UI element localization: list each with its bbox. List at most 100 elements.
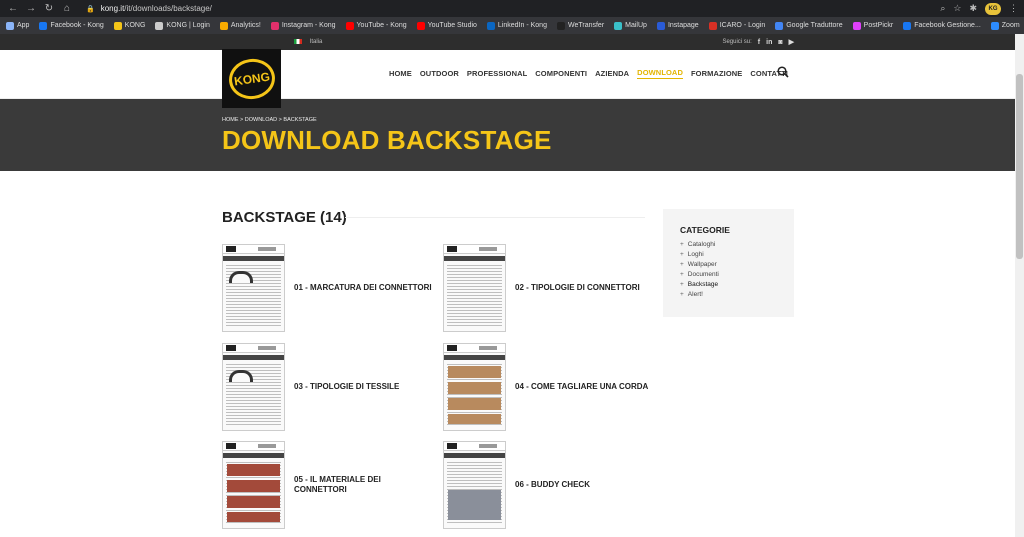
bookmark-label: Facebook - Kong bbox=[50, 22, 104, 29]
bookmark-item[interactable]: Instagram - Kong bbox=[270, 21, 336, 30]
download-item[interactable]: 03 - TIPOLOGIE DI TESSILE bbox=[222, 343, 434, 431]
forward-icon[interactable]: → bbox=[24, 2, 38, 16]
bookmark-item[interactable]: App bbox=[6, 21, 30, 30]
download-item-title[interactable]: 01 - MARCATURA DEI CONNETTORI bbox=[294, 283, 434, 293]
address-bar[interactable]: 🔒 kong.it /it/downloads/backstage/ bbox=[86, 4, 940, 13]
bookmark-item[interactable]: Analytics! bbox=[219, 21, 261, 30]
menu-icon[interactable]: ⋮ bbox=[1009, 3, 1018, 14]
bookmark-icon bbox=[486, 21, 495, 30]
download-item-title[interactable]: 06 - BUDDY CHECK bbox=[515, 480, 655, 490]
extensions-icon[interactable]: ✱ bbox=[969, 3, 977, 14]
bookmark-item[interactable]: KONG bbox=[113, 21, 146, 30]
download-item[interactable]: 02 - TIPOLOGIE DI CONNETTORI bbox=[443, 244, 655, 332]
download-item[interactable]: 06 - BUDDY CHECK bbox=[443, 441, 655, 529]
category-label: Alert! bbox=[687, 291, 703, 298]
bookmark-label: LinkedIn - Kong bbox=[497, 22, 547, 29]
category-link-cataloghi[interactable]: + Cataloghi bbox=[680, 241, 794, 248]
url-host: kong.it bbox=[100, 4, 125, 13]
bookmark-item[interactable]: ICARO - Login bbox=[708, 21, 765, 30]
category-link-backstage[interactable]: + Backstage bbox=[680, 281, 794, 288]
download-item-title[interactable]: 03 - TIPOLOGIE DI TESSILE bbox=[294, 382, 434, 392]
bookmark-item[interactable]: Google Traduttore bbox=[775, 21, 843, 30]
document-thumbnail[interactable] bbox=[222, 343, 285, 431]
italy-flag-icon bbox=[294, 38, 302, 44]
back-icon[interactable]: ← bbox=[6, 2, 20, 16]
nav-item-home[interactable]: HOME bbox=[389, 69, 412, 78]
bookmark-label: Google Traduttore bbox=[786, 22, 843, 29]
bookmark-item[interactable]: Facebook Gestione... bbox=[903, 21, 981, 30]
bookmark-item[interactable]: YouTube - Kong bbox=[345, 21, 407, 30]
bookmark-label: MailUp bbox=[625, 22, 647, 29]
document-thumbnail[interactable] bbox=[222, 244, 285, 332]
home-icon[interactable]: ⌂ bbox=[60, 2, 74, 16]
download-item-title[interactable]: 04 - COME TAGLIARE UNA CORDA bbox=[515, 382, 655, 392]
category-link-alert[interactable]: + Alert! bbox=[680, 291, 794, 298]
page-scrollbar[interactable] bbox=[1015, 34, 1024, 537]
bookmarks-bar: App Facebook - Kong KONG KONG | Login Analyt… bbox=[0, 17, 1024, 34]
instagram-icon[interactable]: ◙ bbox=[778, 39, 782, 46]
bookmark-item[interactable]: YouTube Studio bbox=[416, 21, 477, 30]
linkedin-icon[interactable]: in bbox=[766, 39, 772, 46]
bookmark-label: YouTube - Kong bbox=[356, 22, 407, 29]
bookmark-item[interactable]: MailUp bbox=[614, 21, 647, 30]
bookmark-item[interactable]: KONG | Login bbox=[155, 21, 210, 30]
document-thumbnail[interactable] bbox=[222, 441, 285, 529]
nav-item-outdoor[interactable]: OUTDOOR bbox=[420, 69, 459, 78]
bookmark-label: Instapage bbox=[667, 22, 699, 29]
scrollbar-thumb[interactable] bbox=[1016, 74, 1023, 259]
facebook-icon[interactable]: f bbox=[758, 39, 760, 46]
download-item[interactable]: 01 - MARCATURA DEI CONNETTORI bbox=[222, 244, 434, 332]
nav-item-componenti[interactable]: COMPONENTI bbox=[535, 69, 587, 78]
document-thumbnail[interactable] bbox=[443, 343, 506, 431]
category-link-loghi[interactable]: + Loghi bbox=[680, 251, 794, 258]
bookmark-item[interactable]: PostPickr bbox=[852, 21, 894, 30]
plus-icon: + bbox=[680, 251, 684, 258]
profile-avatar[interactable]: KG bbox=[985, 2, 1001, 15]
document-thumbnail[interactable] bbox=[443, 441, 506, 529]
kong-logo[interactable]: KONG bbox=[222, 49, 281, 108]
plus-icon: + bbox=[680, 241, 684, 248]
bookmark-item[interactable]: Instapage bbox=[656, 21, 699, 30]
download-item[interactable]: 04 - COME TAGLIARE UNA CORDA bbox=[443, 343, 655, 431]
youtube-icon[interactable]: ▶ bbox=[789, 38, 794, 46]
bookmark-label: Zoom bbox=[1001, 22, 1020, 29]
bookmark-item[interactable]: Facebook - Kong bbox=[39, 21, 104, 30]
bookmark-label: Facebook Gestione... bbox=[914, 22, 981, 29]
search-icon[interactable]: ⌕ bbox=[940, 3, 945, 14]
bookmark-item[interactable]: Zoom bbox=[990, 21, 1020, 30]
bookmark-icon bbox=[775, 21, 784, 30]
plus-icon: + bbox=[680, 271, 684, 278]
main-content: BACKSTAGE (14) CATEGORIE + Cataloghi + Logh… bbox=[0, 171, 1024, 529]
logo-text: KONG bbox=[225, 55, 278, 102]
bookmark-label: KONG bbox=[124, 22, 146, 29]
bookmark-item[interactable]: LinkedIn - Kong bbox=[486, 21, 547, 30]
nav-item-download[interactable]: DOWNLOAD bbox=[637, 68, 683, 79]
categories-sidebar: CATEGORIE + Cataloghi + Loghi + Wallpaper + Doc… bbox=[663, 209, 794, 317]
download-item-title[interactable]: 02 - TIPOLOGIE DI CONNETTORI bbox=[515, 283, 655, 293]
bookmark-icon bbox=[708, 21, 717, 30]
category-link-documenti[interactable]: + Documenti bbox=[680, 271, 794, 278]
bookmark-item[interactable]: WeTransfer bbox=[556, 21, 605, 30]
bookmark-icon bbox=[852, 21, 861, 30]
breadcrumb[interactable]: HOME > DOWNLOAD > BACKSTAGE bbox=[222, 117, 1024, 123]
download-item-title[interactable]: 05 - IL MATERIALE DEI CONNETTORI bbox=[294, 475, 434, 495]
bookmark-label: App bbox=[17, 22, 30, 29]
category-link-wallpaper[interactable]: + Wallpaper bbox=[680, 261, 794, 268]
bookmark-label: PostPickr bbox=[863, 22, 894, 29]
download-item[interactable]: 05 - IL MATERIALE DEI CONNETTORI bbox=[222, 441, 434, 529]
plus-icon: + bbox=[680, 291, 684, 298]
bookmark-icon bbox=[219, 21, 228, 30]
search-icon[interactable] bbox=[777, 66, 789, 78]
nav-item-azienda[interactable]: AZIENDA bbox=[595, 69, 629, 78]
document-thumbnail[interactable] bbox=[443, 244, 506, 332]
site-topbar: Italia Seguici su: f in ◙ ▶ bbox=[0, 34, 1024, 50]
bookmark-label: WeTransfer bbox=[567, 22, 605, 29]
star-icon[interactable]: ☆ bbox=[953, 3, 961, 14]
language-selector[interactable]: Italia bbox=[294, 38, 322, 45]
nav-item-professional[interactable]: PROFESSIONAL bbox=[467, 69, 527, 78]
nav-item-formazione[interactable]: FORMAZIONE bbox=[691, 69, 742, 78]
reload-icon[interactable]: ↻ bbox=[42, 2, 56, 16]
bookmark-icon bbox=[155, 21, 164, 30]
category-label: Documenti bbox=[687, 271, 719, 278]
title-divider bbox=[345, 217, 645, 218]
